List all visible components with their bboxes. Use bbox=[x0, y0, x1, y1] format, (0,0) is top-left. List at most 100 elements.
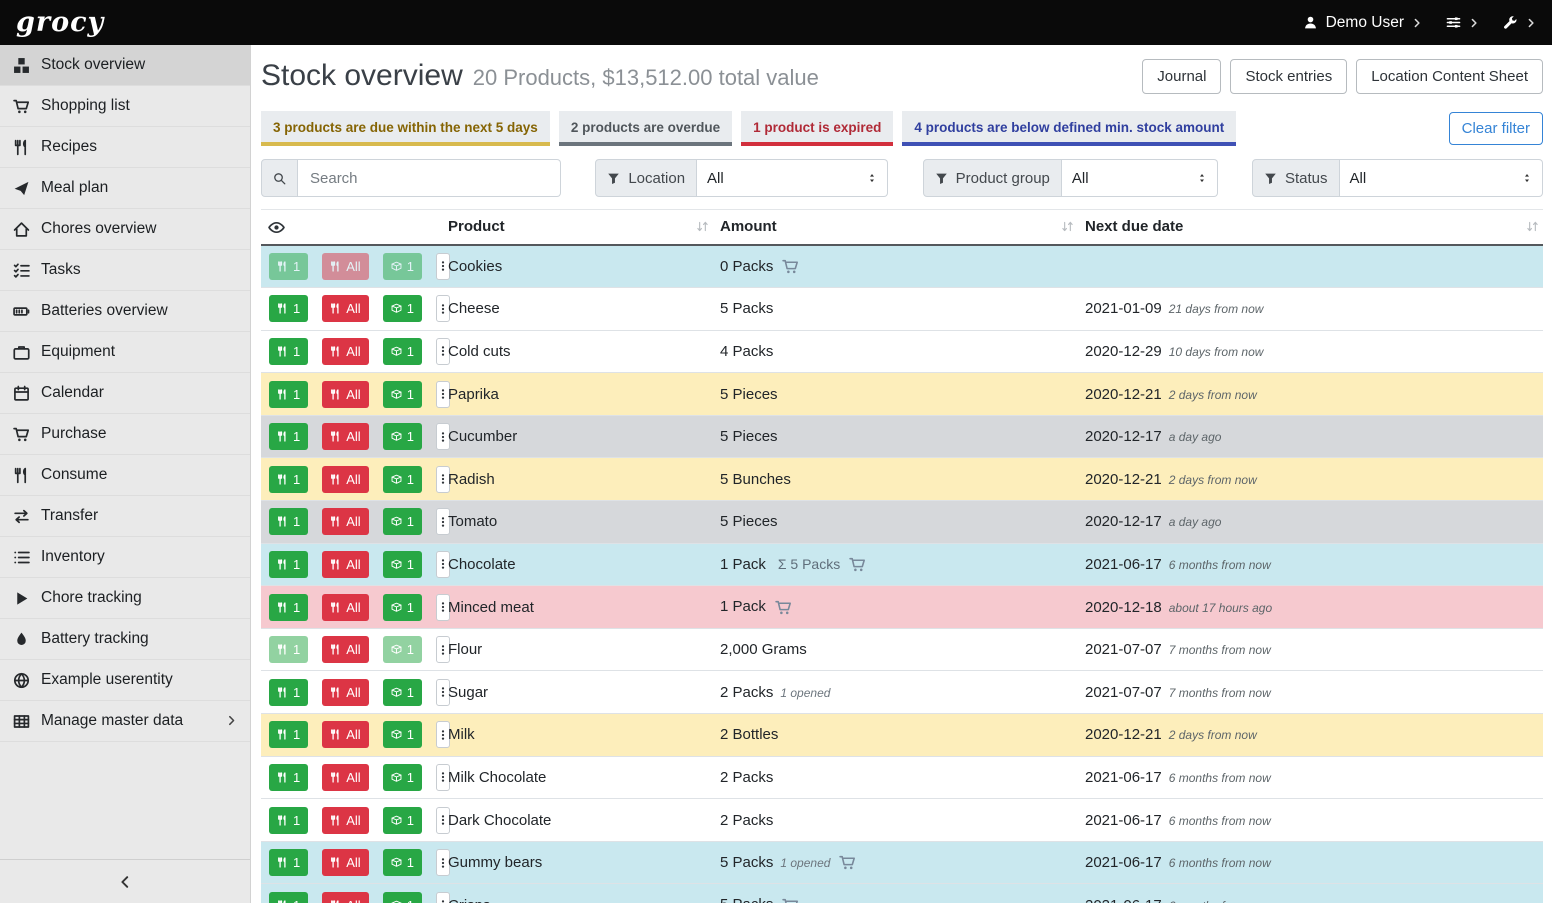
sidebar-item-shopping-list[interactable]: Shopping list bbox=[0, 86, 250, 127]
consume-one-button[interactable]: 1 bbox=[269, 892, 308, 903]
utensils-icon bbox=[277, 516, 288, 527]
product-group-select-value: All bbox=[1072, 170, 1089, 187]
consume-all-button[interactable]: All bbox=[322, 253, 368, 280]
sidebar-item-inventory[interactable]: Inventory bbox=[0, 537, 250, 578]
column-amount[interactable]: Amount bbox=[713, 210, 1078, 245]
sidebar-item-meal-plan[interactable]: Meal plan bbox=[0, 168, 250, 209]
consume-all-button[interactable]: All bbox=[322, 849, 368, 876]
open-one-button[interactable]: 1 bbox=[383, 764, 422, 791]
shopping-cart-button[interactable] bbox=[849, 556, 866, 573]
filter-notice-3-products-are-due-within-the-[interactable]: 3 products are due within the next 5 day… bbox=[261, 111, 550, 146]
open-one-button[interactable]: 1 bbox=[383, 466, 422, 493]
consume-one-button[interactable]: 1 bbox=[269, 466, 308, 493]
row-actions: 1 All 1 bbox=[261, 757, 441, 799]
open-one-button[interactable]: 1 bbox=[383, 551, 422, 578]
consume-all-button[interactable]: All bbox=[322, 892, 368, 903]
consume-all-button[interactable]: All bbox=[322, 551, 368, 578]
open-one-button[interactable]: 1 bbox=[383, 849, 422, 876]
consume-all-button[interactable]: All bbox=[322, 381, 368, 408]
sidebar-item-battery-tracking[interactable]: Battery tracking bbox=[0, 619, 250, 660]
consume-all-button[interactable]: All bbox=[322, 636, 368, 663]
consume-all-button[interactable]: All bbox=[322, 295, 368, 322]
consume-all-button[interactable]: All bbox=[322, 679, 368, 706]
consume-all-button[interactable]: All bbox=[322, 423, 368, 450]
sidebar-item-consume[interactable]: Consume bbox=[0, 455, 250, 496]
settings-menu[interactable] bbox=[1446, 15, 1479, 30]
shopping-cart-button[interactable] bbox=[782, 897, 799, 903]
sidebar-item-tasks[interactable]: Tasks bbox=[0, 250, 250, 291]
column-visibility-header[interactable] bbox=[261, 210, 441, 245]
sidebar-item-chore-tracking[interactable]: Chore tracking bbox=[0, 578, 250, 619]
location-content-sheet-button[interactable]: Location Content Sheet bbox=[1356, 59, 1543, 94]
status-select[interactable]: All bbox=[1340, 159, 1543, 197]
sidebar-item-example-userentity[interactable]: Example userentity bbox=[0, 660, 250, 701]
open-one-button[interactable]: 1 bbox=[383, 253, 422, 280]
open-one-button[interactable]: 1 bbox=[383, 423, 422, 450]
user-menu[interactable]: Demo User bbox=[1303, 14, 1422, 32]
search-input[interactable] bbox=[298, 159, 561, 197]
location-select[interactable]: All bbox=[697, 159, 888, 197]
open-one-button[interactable]: 1 bbox=[383, 381, 422, 408]
open-one-button[interactable]: 1 bbox=[383, 508, 422, 535]
filter-notice-1-product-is-expired[interactable]: 1 product is expired bbox=[741, 111, 893, 146]
consume-one-button[interactable]: 1 bbox=[269, 338, 308, 365]
filter-notice-2-products-are-overdue[interactable]: 2 products are overdue bbox=[559, 111, 732, 146]
open-one-button[interactable]: 1 bbox=[383, 679, 422, 706]
consume-all-button[interactable]: All bbox=[322, 466, 368, 493]
consume-all-button[interactable]: All bbox=[322, 721, 368, 748]
consume-one-button[interactable]: 1 bbox=[269, 508, 308, 535]
open-one-button[interactable]: 1 bbox=[383, 892, 422, 903]
open-one-button[interactable]: 1 bbox=[383, 721, 422, 748]
open-one-button[interactable]: 1 bbox=[383, 807, 422, 834]
consume-one-button[interactable]: 1 bbox=[269, 807, 308, 834]
clear-filter-button[interactable]: Clear filter bbox=[1449, 112, 1543, 145]
sidebar-item-transfer[interactable]: Transfer bbox=[0, 496, 250, 537]
open-one-button[interactable]: 1 bbox=[383, 636, 422, 663]
sidebar-item-manage-master-data[interactable]: Manage master data bbox=[0, 701, 250, 742]
sidebar-item-recipes[interactable]: Recipes bbox=[0, 127, 250, 168]
sidebar-item-label: Equipment bbox=[41, 343, 115, 361]
consume-all-button[interactable]: All bbox=[322, 764, 368, 791]
open-one-button[interactable]: 1 bbox=[383, 295, 422, 322]
consume-one-button[interactable]: 1 bbox=[269, 764, 308, 791]
consume-one-button[interactable]: 1 bbox=[269, 849, 308, 876]
sidebar-item-chores-overview[interactable]: Chores overview bbox=[0, 209, 250, 250]
open-one-button[interactable]: 1 bbox=[383, 338, 422, 365]
consume-all-button[interactable]: All bbox=[322, 807, 368, 834]
consume-all-button[interactable]: All bbox=[322, 338, 368, 365]
sidebar-collapse-button[interactable] bbox=[0, 859, 250, 903]
filter-notice-4-products-are-below-defined-m[interactable]: 4 products are below defined min. stock … bbox=[902, 111, 1236, 146]
open-one-button[interactable]: 1 bbox=[383, 594, 422, 621]
shopping-cart-button[interactable] bbox=[839, 854, 856, 871]
user-icon bbox=[1303, 15, 1318, 30]
column-product[interactable]: Product bbox=[441, 210, 713, 245]
stock-entries-button[interactable]: Stock entries bbox=[1230, 59, 1347, 94]
sidebar-item-stock-overview[interactable]: Stock overview bbox=[0, 45, 250, 86]
row-actions: 1 All 1 bbox=[261, 501, 441, 543]
sidebar-item-purchase[interactable]: Purchase bbox=[0, 414, 250, 455]
product-group-select[interactable]: All bbox=[1062, 159, 1218, 197]
consume-one-button[interactable]: 1 bbox=[269, 636, 308, 663]
sidebar-item-calendar[interactable]: Calendar bbox=[0, 373, 250, 414]
consume-all-button[interactable]: All bbox=[322, 594, 368, 621]
consume-one-button[interactable]: 1 bbox=[269, 295, 308, 322]
journal-button[interactable]: Journal bbox=[1142, 59, 1221, 94]
consume-one-button[interactable]: 1 bbox=[269, 721, 308, 748]
consume-one-button[interactable]: 1 bbox=[269, 423, 308, 450]
column-next-due-date[interactable]: Next due date bbox=[1078, 210, 1543, 245]
consume-one-button[interactable]: 1 bbox=[269, 381, 308, 408]
shopping-cart-button[interactable] bbox=[775, 599, 792, 616]
sidebar-item-equipment[interactable]: Equipment bbox=[0, 332, 250, 373]
consume-one-button[interactable]: 1 bbox=[269, 253, 308, 280]
calendar-icon bbox=[13, 385, 30, 402]
consume-one-button[interactable]: 1 bbox=[269, 594, 308, 621]
consume-one-button[interactable]: 1 bbox=[269, 679, 308, 706]
sidebar-item-batteries-overview[interactable]: Batteries overview bbox=[0, 291, 250, 332]
utensils-icon bbox=[330, 815, 341, 826]
admin-menu[interactable] bbox=[1503, 15, 1536, 30]
shopping-cart-button[interactable] bbox=[782, 258, 799, 275]
consume-all-button[interactable]: All bbox=[322, 508, 368, 535]
next-due-date: 2021-06-176 months from now bbox=[1078, 884, 1543, 903]
consume-one-button[interactable]: 1 bbox=[269, 551, 308, 578]
grocy-logo[interactable]: grocy bbox=[16, 7, 104, 38]
